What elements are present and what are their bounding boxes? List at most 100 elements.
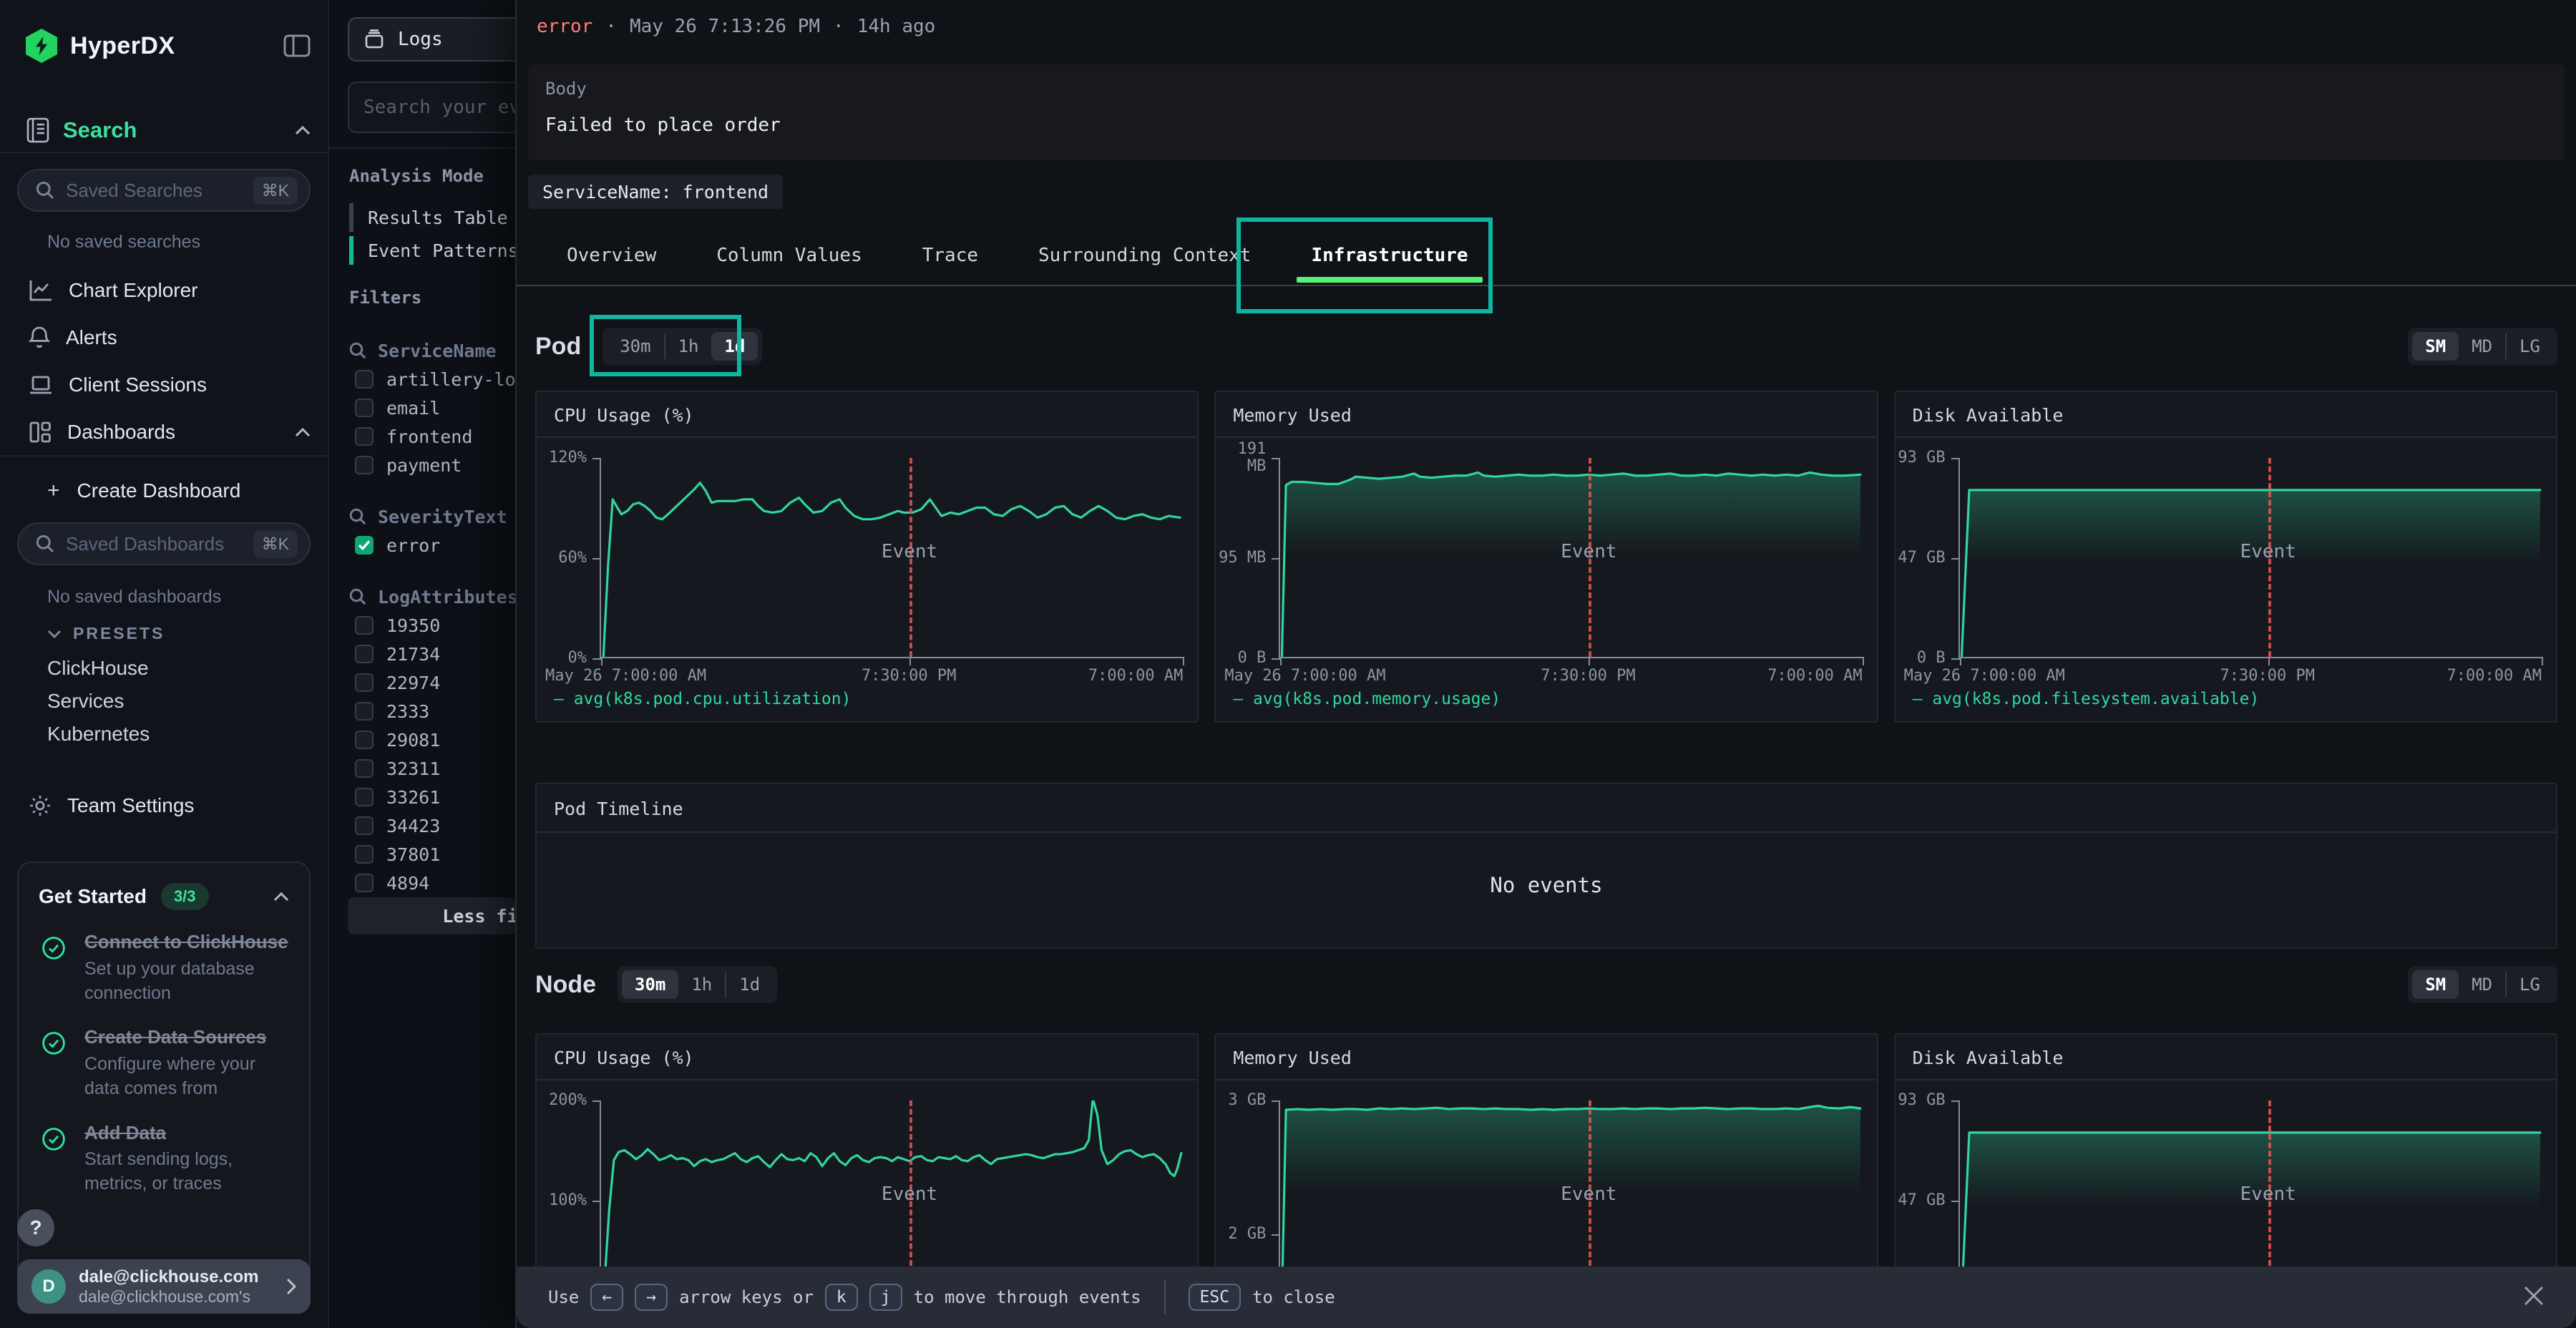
checkbox[interactable] (355, 816, 374, 835)
user-menu[interactable]: D dale@clickhouse.com dale@clickhouse.co… (17, 1259, 311, 1314)
node-range-30m[interactable]: 30m (622, 970, 678, 999)
chevron-right-icon (286, 1278, 296, 1295)
search-icon (36, 534, 54, 553)
sidebar-item-chart-explorer[interactable]: Chart Explorer (29, 275, 311, 306)
get-started-item[interactable]: Add DataStart sending logs, metrics, or … (39, 1121, 289, 1196)
event-search-placeholder: Search your ev (364, 97, 520, 118)
y-tick-label: 93 GB (1898, 449, 1945, 467)
pod-size-picker: SM MD LG (2408, 328, 2557, 365)
mode-indicator (349, 203, 353, 232)
active-tab-underline (1297, 277, 1482, 283)
y-tick-mark (592, 1201, 601, 1202)
y-tick-label: 2 GB (1228, 1226, 1266, 1243)
checkbox[interactable] (355, 759, 374, 778)
sidebar-item-team-settings[interactable]: Team Settings (29, 790, 311, 821)
chart-plot-area: Event (600, 458, 1183, 658)
pod-size-sm[interactable]: SM (2412, 332, 2459, 361)
node-range-1h[interactable]: 1h (678, 970, 725, 999)
checkbox[interactable] (355, 370, 374, 389)
checkbox[interactable] (355, 427, 374, 446)
divider (1216, 436, 1876, 438)
dashboards-icon (29, 421, 52, 444)
sidebar-item-alerts[interactable]: Alerts (29, 322, 311, 353)
node-range-1d[interactable]: 1d (726, 970, 773, 999)
close-icon[interactable] (2523, 1285, 2545, 1307)
checkbox[interactable] (355, 456, 374, 474)
checkbox[interactable] (355, 788, 374, 806)
checkbox-checked[interactable] (355, 536, 374, 555)
x-tick-mark (2542, 657, 2543, 665)
y-tick-mark (1951, 1201, 1960, 1202)
check-circle-icon (42, 1031, 66, 1055)
tab-surrounding-context[interactable]: Surrounding Context (1038, 225, 1251, 285)
pod-range-30m[interactable]: 30m (607, 332, 663, 361)
node-size-picker: SM MD LG (2408, 966, 2557, 1003)
get-started-item[interactable]: Connect to ClickHouseSet up your databas… (39, 930, 289, 1005)
event-marker-label: Event (1561, 541, 1616, 562)
sidebar-item-kubernetes[interactable]: Kubernetes (47, 723, 150, 746)
pod-range-1d[interactable]: 1d (711, 332, 758, 361)
node-size-md[interactable]: MD (2459, 970, 2505, 999)
checkbox[interactable] (355, 645, 374, 663)
event-detail-panel: error · May 26 7:13:26 PM · 14h ago Body… (515, 0, 2576, 1328)
filter-option-label: error (386, 535, 440, 556)
y-tick-label: 95 MB (1219, 550, 1266, 567)
checkbox[interactable] (355, 731, 374, 749)
checkbox[interactable] (355, 874, 374, 892)
laptop-icon (29, 374, 53, 396)
tab-overview[interactable]: Overview (567, 225, 656, 285)
divider (1896, 436, 2556, 438)
pod-section-header: Pod 30m 1h 1d SM MD LG (535, 318, 2557, 375)
chart-legend: — avg(k8s.pod.memory.usage) (1233, 690, 1501, 708)
checkbox[interactable] (355, 673, 374, 692)
x-tick-mark (1280, 657, 1282, 665)
checkbox[interactable] (355, 399, 374, 417)
chevron-up-icon[interactable] (273, 892, 289, 902)
pod-range-1h[interactable]: 1h (665, 332, 712, 361)
chevron-up-icon (295, 125, 311, 135)
get-started-item-title: Create Data Sources (84, 1025, 289, 1050)
nav-label: Dashboards (67, 421, 175, 444)
checkbox[interactable] (355, 845, 374, 864)
sidebar-section-search[interactable]: Search (26, 114, 311, 146)
y-tick-label: 93 GB (1898, 1092, 1945, 1109)
checkbox[interactable] (355, 616, 374, 635)
get-started-item-subtitle: Start sending logs, metrics, or traces (84, 1148, 289, 1196)
service-name-chip[interactable]: ServiceName: frontend (528, 175, 783, 209)
tab-column-values[interactable]: Column Values (716, 225, 862, 285)
search-icon[interactable] (349, 588, 366, 605)
x-axis-labels: May 26 7:00:00 AM7:30:00 PM7:00:00 AM (1279, 667, 1862, 687)
pod-size-md[interactable]: MD (2459, 332, 2505, 361)
pod-title: Pod (535, 333, 581, 361)
event-marker-label: Event (882, 541, 937, 562)
saved-dashboards-input[interactable]: Saved Dashboards ⌘K (17, 522, 311, 565)
footer-text: to close (1252, 1287, 1335, 1307)
node-size-sm[interactable]: SM (2412, 970, 2459, 999)
checkbox[interactable] (355, 702, 374, 721)
search-icon[interactable] (349, 508, 366, 525)
sidebar-item-clickhouse[interactable]: ClickHouse (47, 657, 149, 680)
gear-icon (29, 794, 52, 817)
y-tick-mark (592, 458, 601, 459)
search-icon[interactable] (349, 342, 366, 359)
y-tick-label: 47 GB (1898, 550, 1945, 567)
help-button[interactable]: ? (17, 1209, 54, 1246)
y-tick-label: 0 B (1917, 650, 1946, 667)
logs-icon (364, 29, 385, 49)
pod-size-lg[interactable]: LG (2507, 332, 2553, 361)
sidebar-item-services[interactable]: Services (47, 690, 124, 713)
get-started-item[interactable]: Create Data SourcesConfigure where your … (39, 1025, 289, 1100)
tab-infrastructure[interactable]: Infrastructure (1311, 225, 1468, 285)
create-dashboard-button[interactable]: + Create Dashboard (47, 477, 240, 505)
check-circle-icon (42, 936, 66, 960)
saved-searches-input[interactable]: Saved Searches ⌘K (17, 169, 311, 212)
sidebar-item-client-sessions[interactable]: Client Sessions (29, 369, 311, 401)
presets-toggle[interactable]: PRESETS (47, 624, 165, 643)
tab-trace[interactable]: Trace (922, 225, 978, 285)
sidebar-collapse-icon[interactable] (283, 34, 311, 57)
hyperdx-app: HyperDX Search Saved Searches ⌘K No save… (0, 0, 2576, 1328)
node-size-lg[interactable]: LG (2507, 970, 2553, 999)
y-tick-mark (592, 1100, 601, 1102)
sidebar-item-dashboards[interactable]: Dashboards (29, 416, 311, 448)
chart-explorer-icon (29, 279, 53, 302)
